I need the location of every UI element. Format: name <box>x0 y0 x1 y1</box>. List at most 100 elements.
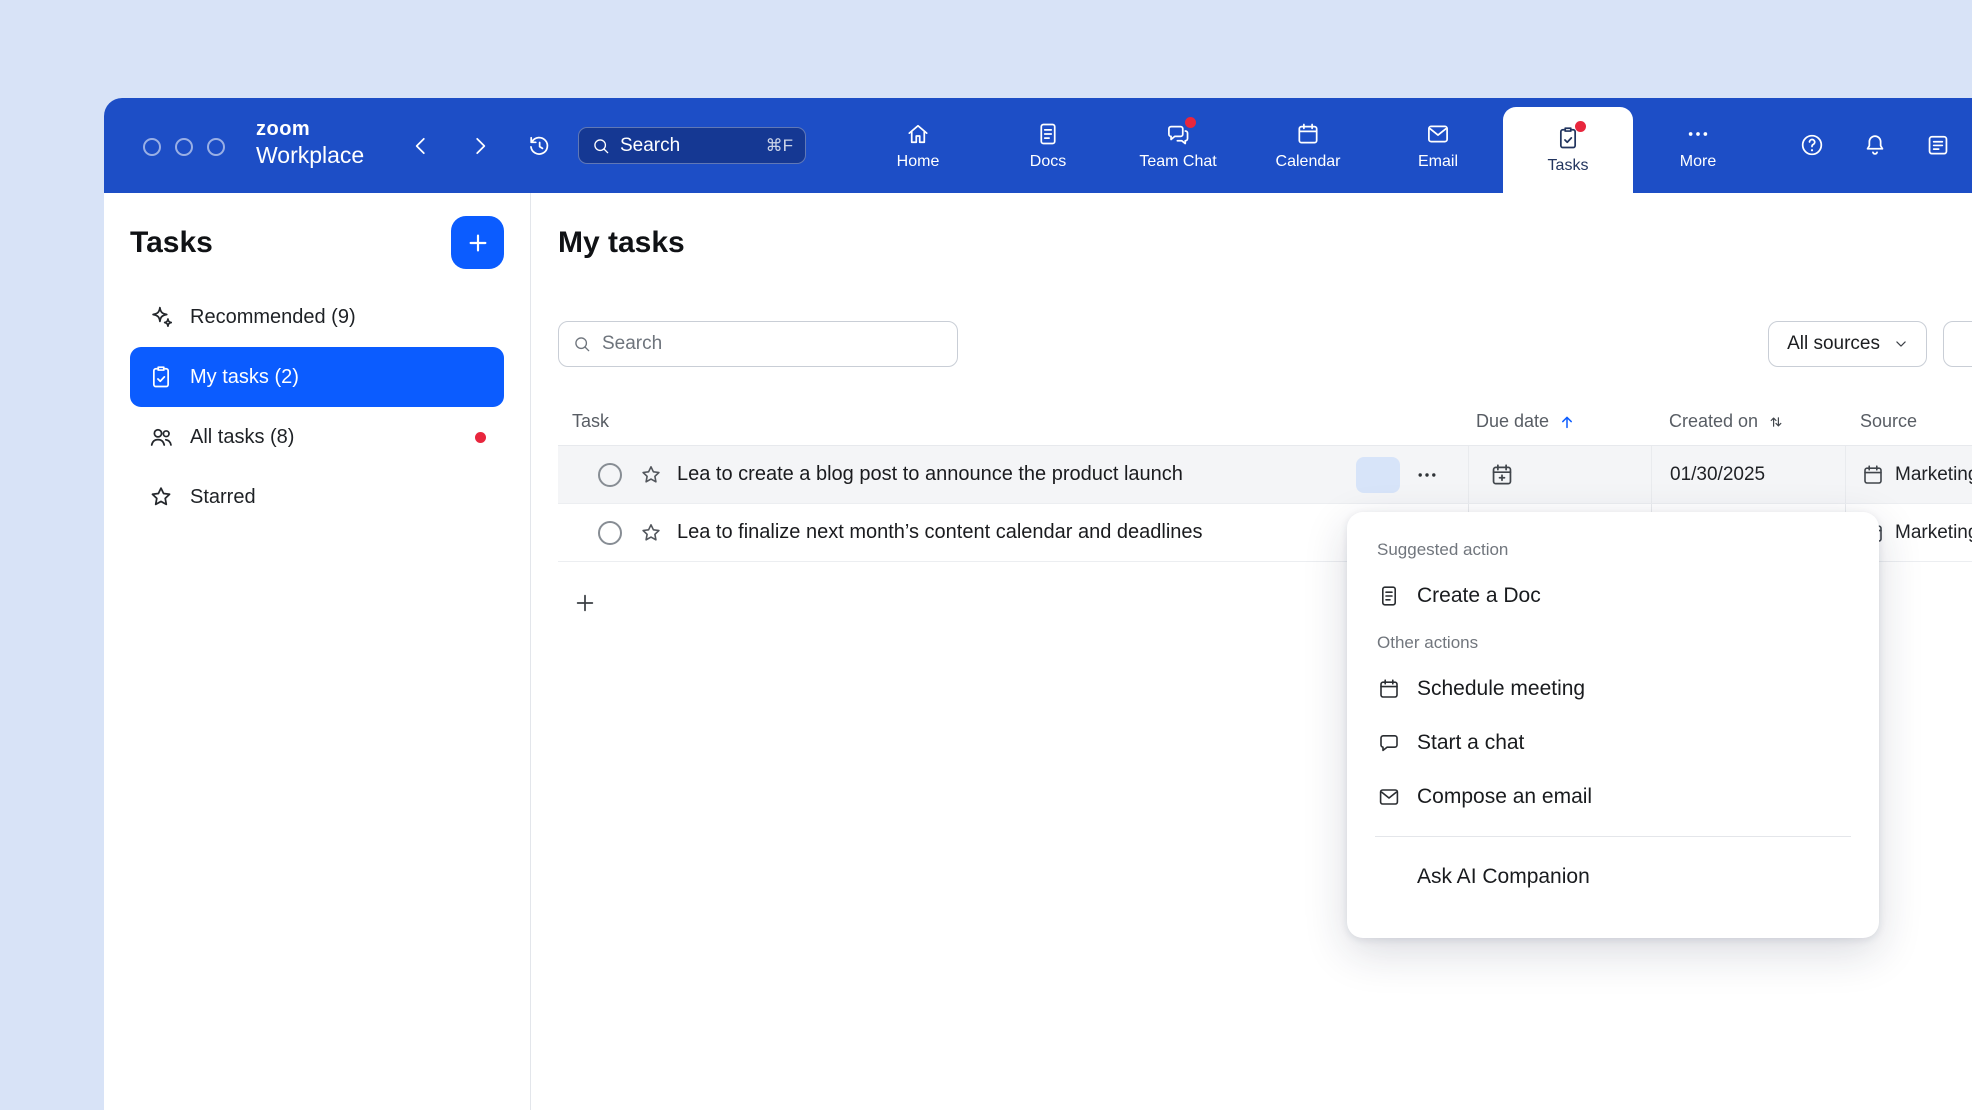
doc-icon <box>1377 584 1401 608</box>
tasks-notification-dot <box>1575 121 1586 132</box>
source-calendar-icon <box>1861 463 1885 487</box>
ai-companion-actions-button[interactable] <box>1356 457 1400 493</box>
sidebar-item-all-tasks[interactable]: All tasks (8) <box>130 407 504 467</box>
column-header-task[interactable]: Task <box>558 398 1468 445</box>
menu-item-label: Create a Doc <box>1417 584 1541 608</box>
chevron-left-icon <box>408 133 434 159</box>
calendar-icon <box>1377 677 1401 701</box>
add-due-date-icon[interactable] <box>1489 462 1515 488</box>
sidebar-title: Tasks <box>130 226 213 260</box>
nav-calendar[interactable]: Calendar <box>1243 98 1373 193</box>
task-cell: Lea to finalize next month’s content cal… <box>558 504 1468 561</box>
tasks-search-field[interactable] <box>558 321 958 367</box>
window-control-maximize[interactable] <box>207 138 225 156</box>
new-task-button[interactable] <box>451 216 504 269</box>
star-icon[interactable] <box>639 463 663 487</box>
column-header-created-on[interactable]: Created on <box>1651 398 1845 445</box>
task-more-options-button[interactable] <box>1412 460 1442 490</box>
partially-visible-button[interactable] <box>1943 321 1972 367</box>
ellipsis-icon <box>1415 463 1439 487</box>
column-label: Task <box>572 411 609 432</box>
nav-more[interactable]: More <box>1633 98 1763 193</box>
column-header-due-date[interactable]: Due date <box>1468 398 1651 445</box>
sidebar-item-recommended[interactable]: Recommended (9) <box>130 287 504 347</box>
sources-filter-dropdown[interactable]: All sources <box>1768 321 1927 367</box>
sidebar-menu: Recommended (9) My tasks (2) All tasks (… <box>130 287 504 527</box>
nav-home[interactable]: Home <box>853 98 983 193</box>
menu-section-label: Other actions <box>1347 623 1879 662</box>
sort-ascending-icon[interactable] <box>1558 413 1576 431</box>
calendar-icon <box>1295 121 1321 147</box>
all-tasks-notification-dot <box>475 432 486 443</box>
task-complete-checkbox[interactable] <box>598 521 622 545</box>
sidebar-item-my-tasks[interactable]: My tasks (2) <box>130 347 504 407</box>
nav-docs[interactable]: Docs <box>983 98 1113 193</box>
chevron-right-icon <box>467 133 493 159</box>
forward-button[interactable] <box>465 131 495 161</box>
zoom-workplace-logo: zoom Workplace <box>256 119 364 167</box>
source-label: Marketing <box>1895 464 1972 486</box>
bell-icon <box>1862 132 1888 158</box>
nav-home-label: Home <box>897 153 940 171</box>
search-icon <box>591 136 611 156</box>
sparkles-icon <box>148 304 174 330</box>
menu-item-create-doc[interactable]: Create a Doc <box>1347 569 1879 623</box>
window-control-minimize[interactable] <box>175 138 193 156</box>
page-title: My tasks <box>558 216 1972 269</box>
menu-item-label: Schedule meeting <box>1417 677 1585 701</box>
chat-bubble-icon <box>1377 731 1401 755</box>
menu-item-compose-email[interactable]: Compose an email <box>1347 770 1879 824</box>
menu-item-ask-ai-companion[interactable]: Ask AI Companion <box>1347 849 1879 905</box>
sidebar-item-label: My tasks (2) <box>190 366 299 389</box>
task-title: Lea to create a blog post to announce th… <box>677 463 1183 486</box>
ai-sparkle-icon <box>1377 865 1401 889</box>
sort-toggle-icon[interactable] <box>1767 413 1785 431</box>
agenda-calendar-icon <box>1925 132 1951 158</box>
column-label: Created on <box>1669 411 1758 432</box>
nav-email[interactable]: Email <box>1373 98 1503 193</box>
top-navigation: Home Docs Team Chat Calendar <box>853 98 1763 193</box>
agenda-panel-button[interactable] <box>1925 132 1951 158</box>
sidebar-item-starred[interactable]: Starred <box>130 467 504 527</box>
tasks-search-input[interactable] <box>602 333 944 355</box>
sources-filter-label: All sources <box>1787 333 1880 355</box>
back-button[interactable] <box>406 131 436 161</box>
nav-team-chat-label: Team Chat <box>1139 153 1216 171</box>
clipboard-check-icon <box>148 364 174 390</box>
global-search[interactable]: Search ⌘F <box>578 127 806 164</box>
due-date-cell[interactable] <box>1468 446 1651 503</box>
task-complete-checkbox[interactable] <box>598 463 622 487</box>
ai-sparkle-icon <box>1367 464 1389 486</box>
menu-item-schedule-meeting[interactable]: Schedule meeting <box>1347 662 1879 716</box>
menu-section-label: Suggested action <box>1347 530 1879 569</box>
menu-item-label: Compose an email <box>1417 785 1592 809</box>
source-cell: Marketing <box>1845 446 1972 503</box>
created-on-date: 01/30/2025 <box>1670 464 1765 486</box>
zoom-workplace-window: zoom Workplace Search ⌘F Home <box>104 98 1972 1110</box>
table-header-row: Task Due date Created on Source <box>558 398 1972 446</box>
help-button[interactable] <box>1799 132 1825 158</box>
nav-team-chat[interactable]: Team Chat <box>1113 98 1243 193</box>
desktop-background: zoom Workplace Search ⌘F Home <box>0 0 1972 1110</box>
window-controls[interactable] <box>143 138 225 156</box>
docs-icon <box>1035 121 1061 147</box>
task-cell: Lea to create a blog post to announce th… <box>558 446 1468 503</box>
column-header-source[interactable]: Source <box>1845 398 1972 445</box>
nav-docs-label: Docs <box>1030 153 1066 171</box>
history-button[interactable] <box>524 131 554 161</box>
window-control-close[interactable] <box>143 138 161 156</box>
source-label: Marketing <box>1895 522 1972 544</box>
question-icon <box>1799 132 1825 158</box>
nav-tasks[interactable]: Tasks <box>1503 107 1633 193</box>
nav-more-label: More <box>1680 153 1716 171</box>
sidebar-item-label: Starred <box>190 486 256 509</box>
star-icon[interactable] <box>639 521 663 545</box>
task-row[interactable]: Lea to create a blog post to announce th… <box>558 446 1972 504</box>
menu-item-start-chat[interactable]: Start a chat <box>1347 716 1879 770</box>
nav-email-label: Email <box>1418 153 1458 171</box>
star-icon <box>148 484 174 510</box>
nav-tasks-label: Tasks <box>1548 157 1589 175</box>
email-icon <box>1377 785 1401 809</box>
notifications-button[interactable] <box>1862 132 1888 158</box>
add-task-button[interactable] <box>570 588 600 618</box>
